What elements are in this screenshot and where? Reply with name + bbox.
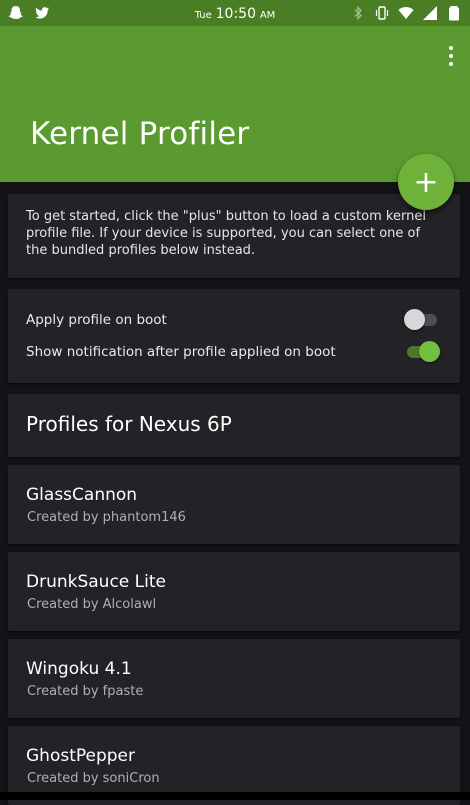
plus-icon: + xyxy=(413,164,439,200)
bluetooth-icon xyxy=(350,5,366,21)
profile-card[interactable]: DrunkSauce Lite Created by Alcolawl xyxy=(8,552,460,631)
clock-day: Tue xyxy=(194,10,212,21)
overflow-menu-icon[interactable] xyxy=(446,46,456,66)
battery-icon xyxy=(446,5,462,21)
intro-card: To get started, click the "plus" button … xyxy=(8,194,460,278)
profile-name: GhostPepper xyxy=(26,746,136,766)
navigation-bar xyxy=(0,792,470,800)
profile-author: Created by soniCron xyxy=(27,771,160,786)
profile-name: GlassCannon xyxy=(26,485,138,505)
profile-name: DrunkSauce Lite xyxy=(26,572,166,592)
profiles-header: Profiles for Nexus 6P xyxy=(26,412,232,436)
intro-text: To get started, click the "plus" button … xyxy=(26,209,426,258)
boot-notification-toggle[interactable] xyxy=(404,340,440,364)
profile-card[interactable]: GlassCannon Created by phantom146 xyxy=(8,465,460,544)
profile-author: Created by fpaste xyxy=(27,684,144,699)
boot-notification-label: Show notification after profile applied … xyxy=(26,344,336,360)
apply-on-boot-row[interactable]: Apply profile on boot xyxy=(26,308,442,332)
vibrate-icon xyxy=(374,5,390,21)
settings-card: Apply profile on boot Show notification … xyxy=(8,289,460,383)
profile-card[interactable]: Wingoku 4.1 Created by fpaste xyxy=(8,639,460,718)
boot-notification-row[interactable]: Show notification after profile applied … xyxy=(26,340,442,364)
clock-time: 10:50 xyxy=(215,6,256,22)
profile-name: Wingoku 4.1 xyxy=(26,659,132,679)
profile-author: Created by phantom146 xyxy=(27,510,186,525)
status-bar: Tue 10:50 AM xyxy=(0,0,470,26)
apply-on-boot-toggle[interactable] xyxy=(404,308,440,332)
page-title: Kernel Profiler xyxy=(30,116,250,152)
clock-ampm: AM xyxy=(259,10,276,21)
add-profile-button[interactable]: + xyxy=(398,154,454,210)
apply-on-boot-label: Apply profile on boot xyxy=(26,312,167,328)
signal-icon xyxy=(422,5,438,21)
profiles-header-card: Profiles for Nexus 6P xyxy=(8,394,460,457)
profile-author: Created by Alcolawl xyxy=(27,597,157,612)
wifi-icon xyxy=(398,5,414,21)
app-bar: Kernel Profiler xyxy=(0,26,470,182)
